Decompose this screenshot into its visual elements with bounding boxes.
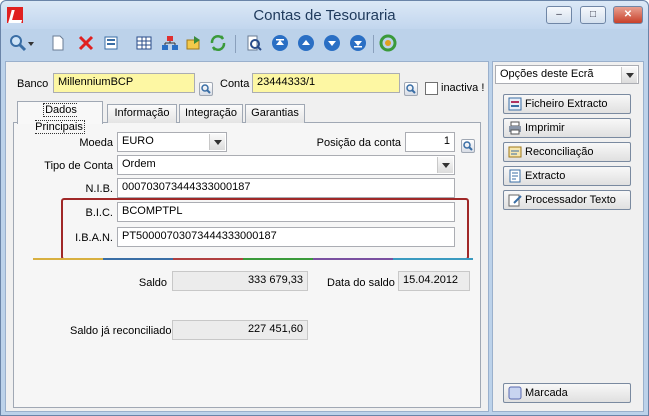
inactiva-label: inactiva !: [441, 82, 485, 94]
chevron-down-icon[interactable]: [27, 34, 35, 52]
print-preview-icon[interactable]: [245, 34, 263, 52]
reconciliacao-button[interactable]: Reconciliação: [503, 142, 631, 162]
conta-label: Conta: [220, 78, 250, 90]
chevron-down-icon: [437, 157, 453, 173]
delete-icon[interactable]: [77, 34, 95, 52]
chevron-down-icon: [621, 67, 637, 83]
text-processor-icon: [508, 194, 522, 207]
tipo-conta-label: Tipo de Conta: [44, 160, 113, 172]
marcada-button[interactable]: Marcada: [503, 383, 631, 403]
saldo-label: Saldo: [138, 277, 167, 289]
next-record-icon[interactable]: [323, 34, 341, 52]
inactiva-checkbox[interactable]: [425, 82, 438, 95]
options-dropdown[interactable]: Opções deste Ecrã: [495, 65, 639, 84]
nib-label: N.I.B.: [85, 183, 113, 195]
toolbar-separator: [373, 35, 374, 53]
chevron-down-icon: [209, 134, 225, 150]
tab-garantias[interactable]: Garantias: [245, 104, 305, 123]
banco-search-icon[interactable]: [199, 82, 213, 96]
saldo-field: 333 679,33: [172, 271, 308, 291]
processador-texto-button[interactable]: Processador Texto: [503, 190, 631, 210]
bookmark-icon: [508, 386, 522, 400]
reconcile-icon: [508, 146, 522, 158]
title-bar[interactable]: Contas de Tesouraria – □ ✕: [1, 1, 648, 29]
data-saldo-field: 15.04.2012: [398, 271, 470, 291]
banco-label: Banco: [17, 78, 49, 90]
reconciliado-label: Saldo já reconciliado: [70, 325, 172, 337]
help-refresh-icon[interactable]: [379, 34, 397, 52]
data-saldo-label: Data do saldo: [327, 277, 395, 289]
toolbar: [5, 31, 644, 57]
conta-search-icon[interactable]: [404, 82, 418, 96]
tipo-conta-dropdown[interactable]: Ordem: [117, 155, 455, 175]
reconciliado-field: 227 451,60: [172, 320, 308, 340]
moeda-dropdown[interactable]: EURO: [117, 132, 227, 152]
bic-iban-highlight: [61, 198, 469, 260]
moeda-label: Moeda: [79, 137, 113, 149]
properties-icon[interactable]: [103, 34, 121, 52]
hierarchy-icon[interactable]: [161, 34, 179, 52]
extract-icon: [509, 169, 521, 183]
tab-dados-principais[interactable]: Dados Principais: [17, 101, 103, 134]
refresh-icon[interactable]: [209, 34, 227, 52]
posicao-label: Posição da conta: [316, 137, 401, 149]
nib-field[interactable]: 000703073444333000187: [117, 178, 455, 198]
grid-icon[interactable]: [135, 34, 153, 52]
posicao-field[interactable]: 1: [405, 132, 455, 152]
maximize-button[interactable]: □: [580, 6, 606, 24]
main-window: Contas de Tesouraria – □ ✕ Banco Millenn…: [0, 0, 649, 416]
ficheiro-extracto-button[interactable]: Ficheiro Extracto: [503, 94, 631, 114]
extracto-button[interactable]: Extracto: [503, 166, 631, 186]
close-button[interactable]: ✕: [613, 6, 643, 24]
minimize-button[interactable]: –: [546, 6, 572, 24]
color-divider: [33, 258, 473, 260]
banco-field[interactable]: MillenniumBCP: [53, 73, 195, 93]
search-icon[interactable]: [9, 34, 27, 52]
printer-icon: [509, 121, 521, 135]
first-record-icon[interactable]: [271, 34, 289, 52]
last-record-icon[interactable]: [349, 34, 367, 52]
previous-record-icon[interactable]: [297, 34, 315, 52]
tab-informacao[interactable]: Informação: [107, 104, 177, 123]
file-extract-icon: [508, 97, 522, 111]
new-document-icon[interactable]: [49, 34, 67, 52]
export-icon[interactable]: [185, 34, 203, 52]
tab-integracao[interactable]: Integração: [179, 104, 243, 123]
imprimir-button[interactable]: Imprimir: [503, 118, 631, 138]
posicao-search-icon[interactable]: [461, 139, 475, 153]
toolbar-separator: [235, 35, 236, 53]
conta-field[interactable]: 23444333/1: [252, 73, 400, 93]
